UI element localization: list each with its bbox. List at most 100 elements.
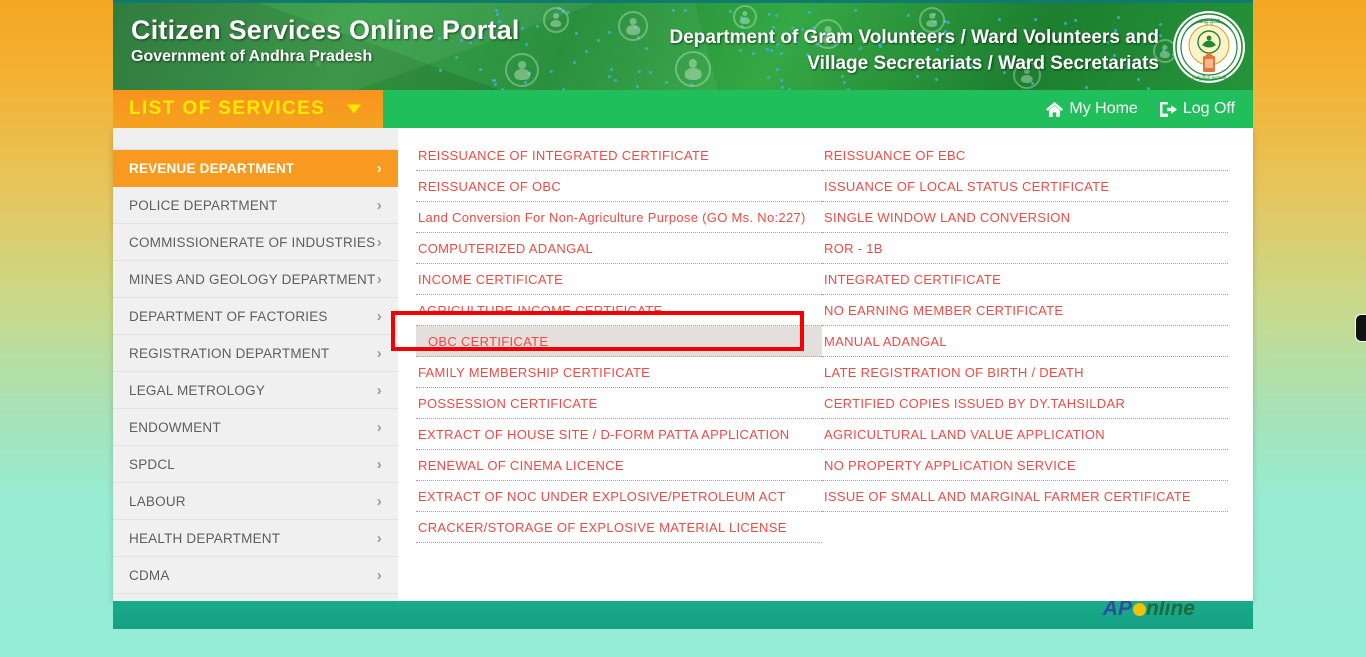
service-link[interactable]: REISSUANCE OF INTEGRATED CERTIFICATE <box>416 140 822 171</box>
service-link[interactable]: SINGLE WINDOW LAND CONVERSION <box>822 202 1228 233</box>
my-home-label: My Home <box>1069 100 1138 117</box>
svg-text:ఆంధ్ర ప్రదేశ్: ఆంధ్ర ప్రదేశ్ <box>1198 18 1221 25</box>
service-link-label: NO PROPERTY APPLICATION SERVICE <box>824 457 1076 473</box>
services-left-column: REISSUANCE OF INTEGRATED CERTIFICATE REIS… <box>416 140 822 543</box>
sidebar-item-label: REGISTRATION DEPARTMENT <box>129 345 330 361</box>
banner-dot <box>596 39 600 43</box>
banner-dot <box>635 85 639 89</box>
service-link[interactable]: ISSUANCE OF LOCAL STATUS CERTIFICATE <box>822 171 1228 202</box>
service-link[interactable]: OBC CERTIFICATE <box>416 326 822 357</box>
service-link-label: INTEGRATED CERTIFICATE <box>824 271 1002 287</box>
banner-person-bubble <box>618 11 648 41</box>
service-link[interactable]: REISSUANCE OF OBC <box>416 171 822 202</box>
service-link[interactable]: LATE REGISTRATION OF BIRTH / DEATH <box>822 357 1228 388</box>
department-line-2: Village Secretariats / Ward Secretariats <box>807 52 1159 74</box>
chevron-right-icon: › <box>376 159 382 177</box>
log-off-link[interactable]: Log Off <box>1159 100 1235 118</box>
service-link-label: CERTIFIED COPIES ISSUED BY DY.TAHSILDAR <box>824 395 1126 411</box>
sidebar-item-label: LABOUR <box>129 493 186 509</box>
banner-dot <box>907 14 911 18</box>
sidebar-item-endowment[interactable]: ENDOWMENT › <box>113 409 398 446</box>
sidebar-item-labour[interactable]: LABOUR › <box>113 483 398 520</box>
chevron-right-icon: › <box>376 233 382 251</box>
side-widget-tab[interactable] <box>1355 314 1366 342</box>
service-link[interactable]: ISSUE OF SMALL AND MARGINAL FARMER CERTI… <box>822 481 1228 512</box>
sidebar-item-label: COMMISSIONERATE OF INDUSTRIES <box>129 234 376 250</box>
service-link[interactable]: NO EARNING MEMBER CERTIFICATE <box>822 295 1228 326</box>
service-link[interactable]: Land Conversion For Non-Agriculture Purp… <box>416 202 822 233</box>
sidebar-item-label: REVENUE DEPARTMENT <box>129 160 295 176</box>
sidebar-item-label: POLICE DEPARTMENT <box>129 197 278 213</box>
service-link-label: LATE REGISTRATION OF BIRTH / DEATH <box>824 364 1084 380</box>
sidebar-item-label: MINES AND GEOLOGY DEPARTMENT <box>129 271 376 287</box>
sidebar-item-police-department[interactable]: POLICE DEPARTMENT › <box>113 187 398 224</box>
sidebar-item-label: HEALTH DEPARTMENT <box>129 530 281 546</box>
service-link-label: RENEWAL OF CINEMA LICENCE <box>418 457 624 473</box>
service-link-label: OBC CERTIFICATE <box>428 333 549 349</box>
service-link[interactable]: INTEGRATED CERTIFICATE <box>822 264 1228 295</box>
my-home-link[interactable]: My Home <box>1046 100 1138 118</box>
service-link[interactable]: AGRICULTURAL LAND VALUE APPLICATION <box>822 419 1228 450</box>
banner-dot <box>779 78 783 82</box>
service-link[interactable]: AGRICULTURE INCOME CERTIFICATE <box>416 295 822 326</box>
ap-online-logo-dot <box>1132 603 1146 616</box>
service-link[interactable]: EXTRACT OF HOUSE SITE / D-FORM PATTA APP… <box>416 419 822 450</box>
banner-dot <box>729 9 733 13</box>
service-link-label: ISSUE OF SMALL AND MARGINAL FARMER CERTI… <box>824 488 1192 504</box>
service-link[interactable]: FAMILY MEMBERSHIP CERTIFICATE <box>416 357 822 388</box>
chevron-right-icon: › <box>376 270 382 288</box>
service-link-label: EXTRACT OF HOUSE SITE / D-FORM PATTA APP… <box>418 426 790 442</box>
sidebar-item-cdma[interactable]: CDMA › <box>113 557 398 594</box>
service-link[interactable]: REISSUANCE OF EBC <box>822 140 1228 171</box>
service-link-label: REISSUANCE OF OBC <box>418 178 562 194</box>
navbar-links: My Home Log Off <box>1046 90 1253 128</box>
sidebar-item-legal-metrology[interactable]: LEGAL METROLOGY › <box>113 372 398 409</box>
banner-dot <box>854 8 858 12</box>
log-off-label: Log Off <box>1182 100 1235 117</box>
sidebar-item-department-of-factories[interactable]: DEPARTMENT OF FACTORIES › <box>113 298 398 335</box>
services-columns: REISSUANCE OF INTEGRATED CERTIFICATE REIS… <box>416 140 1235 543</box>
banner-dot <box>524 43 528 47</box>
banner-dot <box>1073 18 1077 22</box>
home-icon <box>1046 101 1064 117</box>
department-title: Department of Gram Volunteers / Ward Vol… <box>669 25 1159 76</box>
sidebar-item-revenue-department[interactable]: REVENUE DEPARTMENT › <box>113 150 398 187</box>
service-link-label: SINGLE WINDOW LAND CONVERSION <box>824 209 1071 225</box>
banner-dot <box>645 47 649 51</box>
service-link[interactable]: CERTIFIED COPIES ISSUED BY DY.TAHSILDAR <box>822 388 1228 419</box>
sidebar-item-label: ENDOWMENT <box>129 419 221 435</box>
banner-dot <box>684 9 688 13</box>
service-link[interactable]: EXTRACT OF NOC UNDER EXPLOSIVE/PETROLEUM… <box>416 481 822 512</box>
sidebar-item-mines-and-geology-department[interactable]: MINES AND GEOLOGY DEPARTMENT › <box>113 261 398 298</box>
sidebar-item-label: DEPARTMENT OF FACTORIES <box>129 308 328 324</box>
banner-dot <box>439 69 443 73</box>
sidebar-item-health-department[interactable]: HEALTH DEPARTMENT › <box>113 520 398 557</box>
services-right-column: REISSUANCE OF EBC ISSUANCE OF LOCAL STATU… <box>822 140 1228 543</box>
sidebar-item-commissionerate-of-industries[interactable]: COMMISSIONERATE OF INDUSTRIES › <box>113 224 398 261</box>
service-link[interactable]: MANUAL ADANGAL <box>822 326 1228 357</box>
chevron-right-icon: › <box>376 196 382 214</box>
service-link[interactable]: RENEWAL OF CINEMA LICENCE <box>416 450 822 481</box>
banner-dot <box>843 81 847 85</box>
service-link-label: POSSESSION CERTIFICATE <box>418 395 598 411</box>
banner-dot <box>1117 15 1121 19</box>
service-link[interactable]: POSSESSION CERTIFICATE <box>416 388 822 419</box>
svg-text:సత్యమేవ జయతే: సత్యమేవ జయతే <box>1192 74 1226 81</box>
banner-dot <box>607 75 611 79</box>
service-link[interactable]: INCOME CERTIFICATE <box>416 264 822 295</box>
service-link-label: ISSUANCE OF LOCAL STATUS CERTIFICATE <box>824 178 1110 194</box>
service-link[interactable]: CRACKER/STORAGE OF EXPLOSIVE MATERIAL LI… <box>416 512 822 543</box>
banner-dot <box>934 78 938 82</box>
service-link-label: NO EARNING MEMBER CERTIFICATE <box>824 302 1064 318</box>
banner-dot <box>520 27 524 30</box>
sidebar-item-registration-department[interactable]: REGISTRATION DEPARTMENT › <box>113 335 398 372</box>
service-link-label: CRACKER/STORAGE OF EXPLOSIVE MATERIAL LI… <box>418 519 787 535</box>
sidebar-top-spacer <box>113 128 398 150</box>
service-link[interactable]: NO PROPERTY APPLICATION SERVICE <box>822 450 1228 481</box>
sidebar-item-spdcl[interactable]: SPDCL › <box>113 446 398 483</box>
service-link[interactable]: ROR - 1B <box>822 233 1228 264</box>
service-link-label: REISSUANCE OF INTEGRATED CERTIFICATE <box>418 147 710 163</box>
list-of-services-button[interactable]: LIST OF SERVICES <box>113 90 383 128</box>
banner-dot <box>614 79 618 83</box>
service-link[interactable]: COMPUTERIZED ADANGAL <box>416 233 822 264</box>
